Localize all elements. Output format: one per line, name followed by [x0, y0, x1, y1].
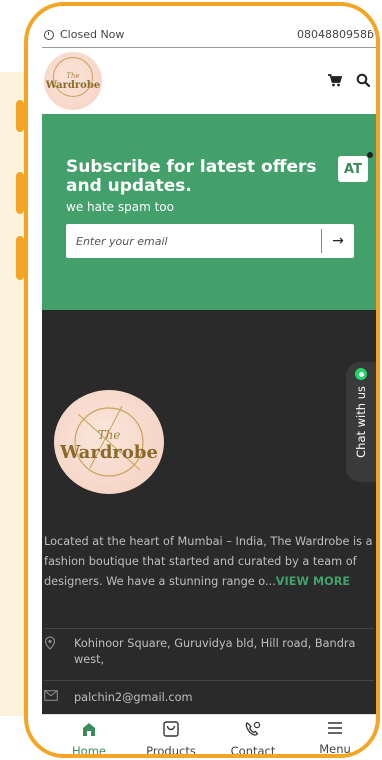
side-tab [16, 172, 24, 214]
home-icon [81, 721, 97, 740]
header-actions [328, 72, 374, 91]
bottom-navigation: Home Products Contact Menu [42, 714, 376, 758]
nav-products-label: Products [146, 744, 196, 758]
phone-number[interactable]: 0804880958ɓ [297, 28, 374, 41]
location-pin-icon [44, 636, 56, 668]
email-link[interactable]: palchin2@gmail.com [68, 690, 192, 706]
clock-icon [44, 29, 54, 40]
brand-logo[interactable]: The Wardrobe [44, 52, 102, 110]
footer-divider [44, 680, 374, 681]
nav-home-label: Home [72, 744, 106, 758]
footer-divider [44, 628, 374, 629]
cart-icon[interactable] [328, 72, 343, 91]
view-more-link[interactable]: VIEW MORE [276, 575, 350, 588]
nav-contact-label: Contact [230, 744, 276, 758]
address-text: Kohinoor Square, Guruvidya bld, Hill roa… [74, 637, 356, 666]
footer-section: The Wardrobe Located at the heart of Mum… [42, 310, 376, 730]
newsletter-form: → [66, 224, 354, 258]
nav-contact[interactable]: Contact [216, 721, 290, 758]
store-status-bar: Closed Now 0804880958ɓ [42, 22, 376, 48]
nav-products[interactable]: Products [134, 721, 208, 758]
side-tab [16, 100, 24, 132]
nav-home[interactable]: Home [52, 721, 126, 758]
translate-badge[interactable]: AT [338, 156, 368, 182]
translate-badge-label: AT [344, 161, 362, 177]
whatsapp-icon [355, 368, 367, 380]
site-header: The Wardrobe [42, 48, 376, 114]
subscribe-submit-button[interactable]: → [322, 224, 354, 258]
newsletter-section: Subscribe for latest offers and updates.… [42, 114, 376, 310]
address-row: Kohinoor Square, Guruvidya bld, Hill roa… [44, 636, 374, 668]
menu-icon [327, 721, 343, 738]
store-hours: Closed Now [44, 28, 124, 41]
bag-icon [162, 721, 180, 740]
mail-icon [44, 690, 58, 706]
footer-logo-the: The [97, 427, 121, 442]
footer-logo: The Wardrobe [54, 390, 164, 494]
email-input[interactable] [66, 224, 321, 258]
nav-menu-label: Menu [319, 742, 351, 756]
chat-label: Chat with us [354, 386, 368, 458]
phone-frame: Closed Now 0804880958ɓ The Wardrobe Subs… [24, 2, 380, 758]
newsletter-title: Subscribe for latest offers and updates. [66, 157, 317, 196]
about-text: Located at the heart of Mumbai – India, … [44, 532, 374, 592]
logo-ring [53, 57, 93, 97]
arrow-right-icon: → [332, 233, 344, 249]
newsletter-subtitle: we hate spam too [66, 200, 174, 214]
store-status-text: Closed Now [60, 28, 125, 41]
footer-logo-wordmark: Wardrobe [60, 441, 158, 463]
nav-menu[interactable]: Menu [298, 721, 372, 756]
phone-icon [244, 721, 262, 740]
chat-with-us-button[interactable]: Chat with us [346, 362, 376, 482]
email-row[interactable]: palchin2@gmail.com [44, 690, 374, 706]
phone-screen: Closed Now 0804880958ɓ The Wardrobe Subs… [42, 22, 376, 758]
notification-dot [367, 152, 373, 158]
search-icon[interactable] [356, 72, 371, 91]
side-tab [16, 236, 24, 280]
